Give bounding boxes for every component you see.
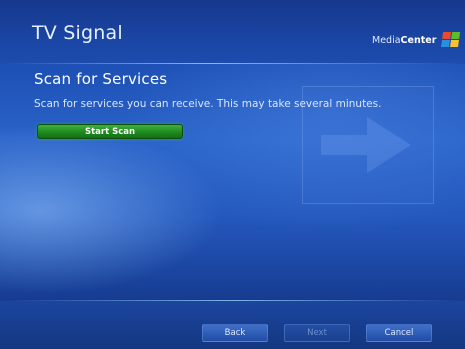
title-bar: TV Signal MediaCenter (0, 0, 465, 64)
media-center-logo: MediaCenter (372, 32, 461, 48)
arrow-right-icon (321, 117, 411, 173)
media-center-screen: TV Signal MediaCenter Scan for Services … (0, 0, 465, 349)
start-scan-button[interactable]: Start Scan (37, 124, 183, 139)
next-button[interactable]: Next (284, 324, 350, 342)
back-button[interactable]: Back (202, 324, 268, 342)
brand-text: MediaCenter (372, 34, 437, 46)
section-heading: Scan for Services (34, 70, 168, 88)
description-text: Scan for services you can receive. This … (34, 98, 382, 110)
windows-flag-icon (441, 32, 461, 48)
cancel-button[interactable]: Cancel (366, 324, 432, 342)
page-title: TV Signal (32, 22, 123, 44)
